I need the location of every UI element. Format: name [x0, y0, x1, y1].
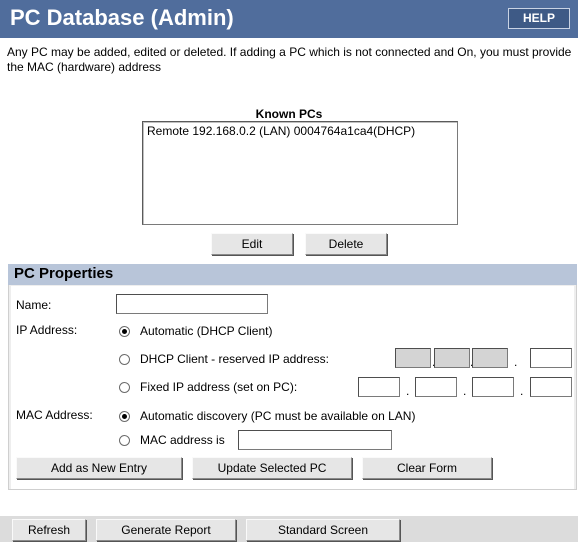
fixed-ip-octet-1[interactable] [358, 377, 400, 397]
mac-automatic-label: Automatic discovery (PC must be availabl… [140, 409, 416, 423]
ip-reserved-radio[interactable] [119, 354, 130, 365]
fixed-ip-octet-3[interactable] [472, 377, 514, 397]
ip-address-label: IP Address: [16, 323, 78, 337]
mac-address-field[interactable] [238, 430, 392, 450]
known-pcs-listbox[interactable]: Remote 192.168.0.2 (LAN) 0004764a1ca4(DH… [142, 121, 458, 225]
ip-fixed-radio[interactable] [119, 382, 130, 393]
known-pcs-label: Known PCs [255, 107, 323, 121]
mac-address-label: MAC Address: [16, 408, 93, 422]
edit-button[interactable]: Edit [211, 233, 293, 255]
mac-manual-radio[interactable] [119, 435, 130, 446]
name-field[interactable] [116, 294, 268, 314]
refresh-button[interactable]: Refresh [12, 519, 86, 541]
ip-separator: . [463, 384, 467, 398]
add-new-entry-button[interactable]: Add as New Entry [16, 457, 182, 479]
mac-manual-label: MAC address is [140, 433, 225, 447]
title-bar: PC Database (Admin) HELP [0, 0, 578, 38]
ip-separator: . [514, 355, 518, 369]
page-title: PC Database (Admin) [10, 5, 234, 30]
standard-screen-button[interactable]: Standard Screen [246, 519, 400, 541]
reserved-ip-octet-1 [395, 348, 431, 368]
reserved-ip-octet-4[interactable] [530, 348, 572, 368]
pc-properties-header: PC Properties [8, 264, 577, 285]
name-label: Name: [16, 298, 52, 312]
ip-reserved-label: DHCP Client - reserved IP address: [140, 352, 329, 366]
mac-automatic-radio[interactable] [119, 411, 130, 422]
ip-separator: . [520, 384, 524, 398]
clear-form-button[interactable]: Clear Form [362, 457, 492, 479]
fixed-ip-octet-2[interactable] [415, 377, 457, 397]
generate-report-button[interactable]: Generate Report [96, 519, 236, 541]
ip-automatic-label: Automatic (DHCP Client) [140, 324, 273, 338]
fixed-ip-octet-4[interactable] [530, 377, 572, 397]
delete-button[interactable]: Delete [305, 233, 387, 255]
reserved-ip-octet-2 [434, 348, 470, 368]
reserved-ip-octet-3 [472, 348, 508, 368]
pc-properties-heading: PC Properties [14, 265, 114, 282]
update-selected-pc-button[interactable]: Update Selected PC [192, 457, 352, 479]
ip-separator: . [406, 384, 410, 398]
ip-fixed-label: Fixed IP address (set on PC): [140, 380, 298, 394]
ip-automatic-radio[interactable] [119, 326, 130, 337]
known-pc-item[interactable]: Remote 192.168.0.2 (LAN) 0004764a1ca4(DH… [143, 122, 457, 140]
intro-text: Any PC may be added, edited or deleted. … [7, 45, 572, 74]
help-button[interactable]: HELP [508, 8, 570, 29]
